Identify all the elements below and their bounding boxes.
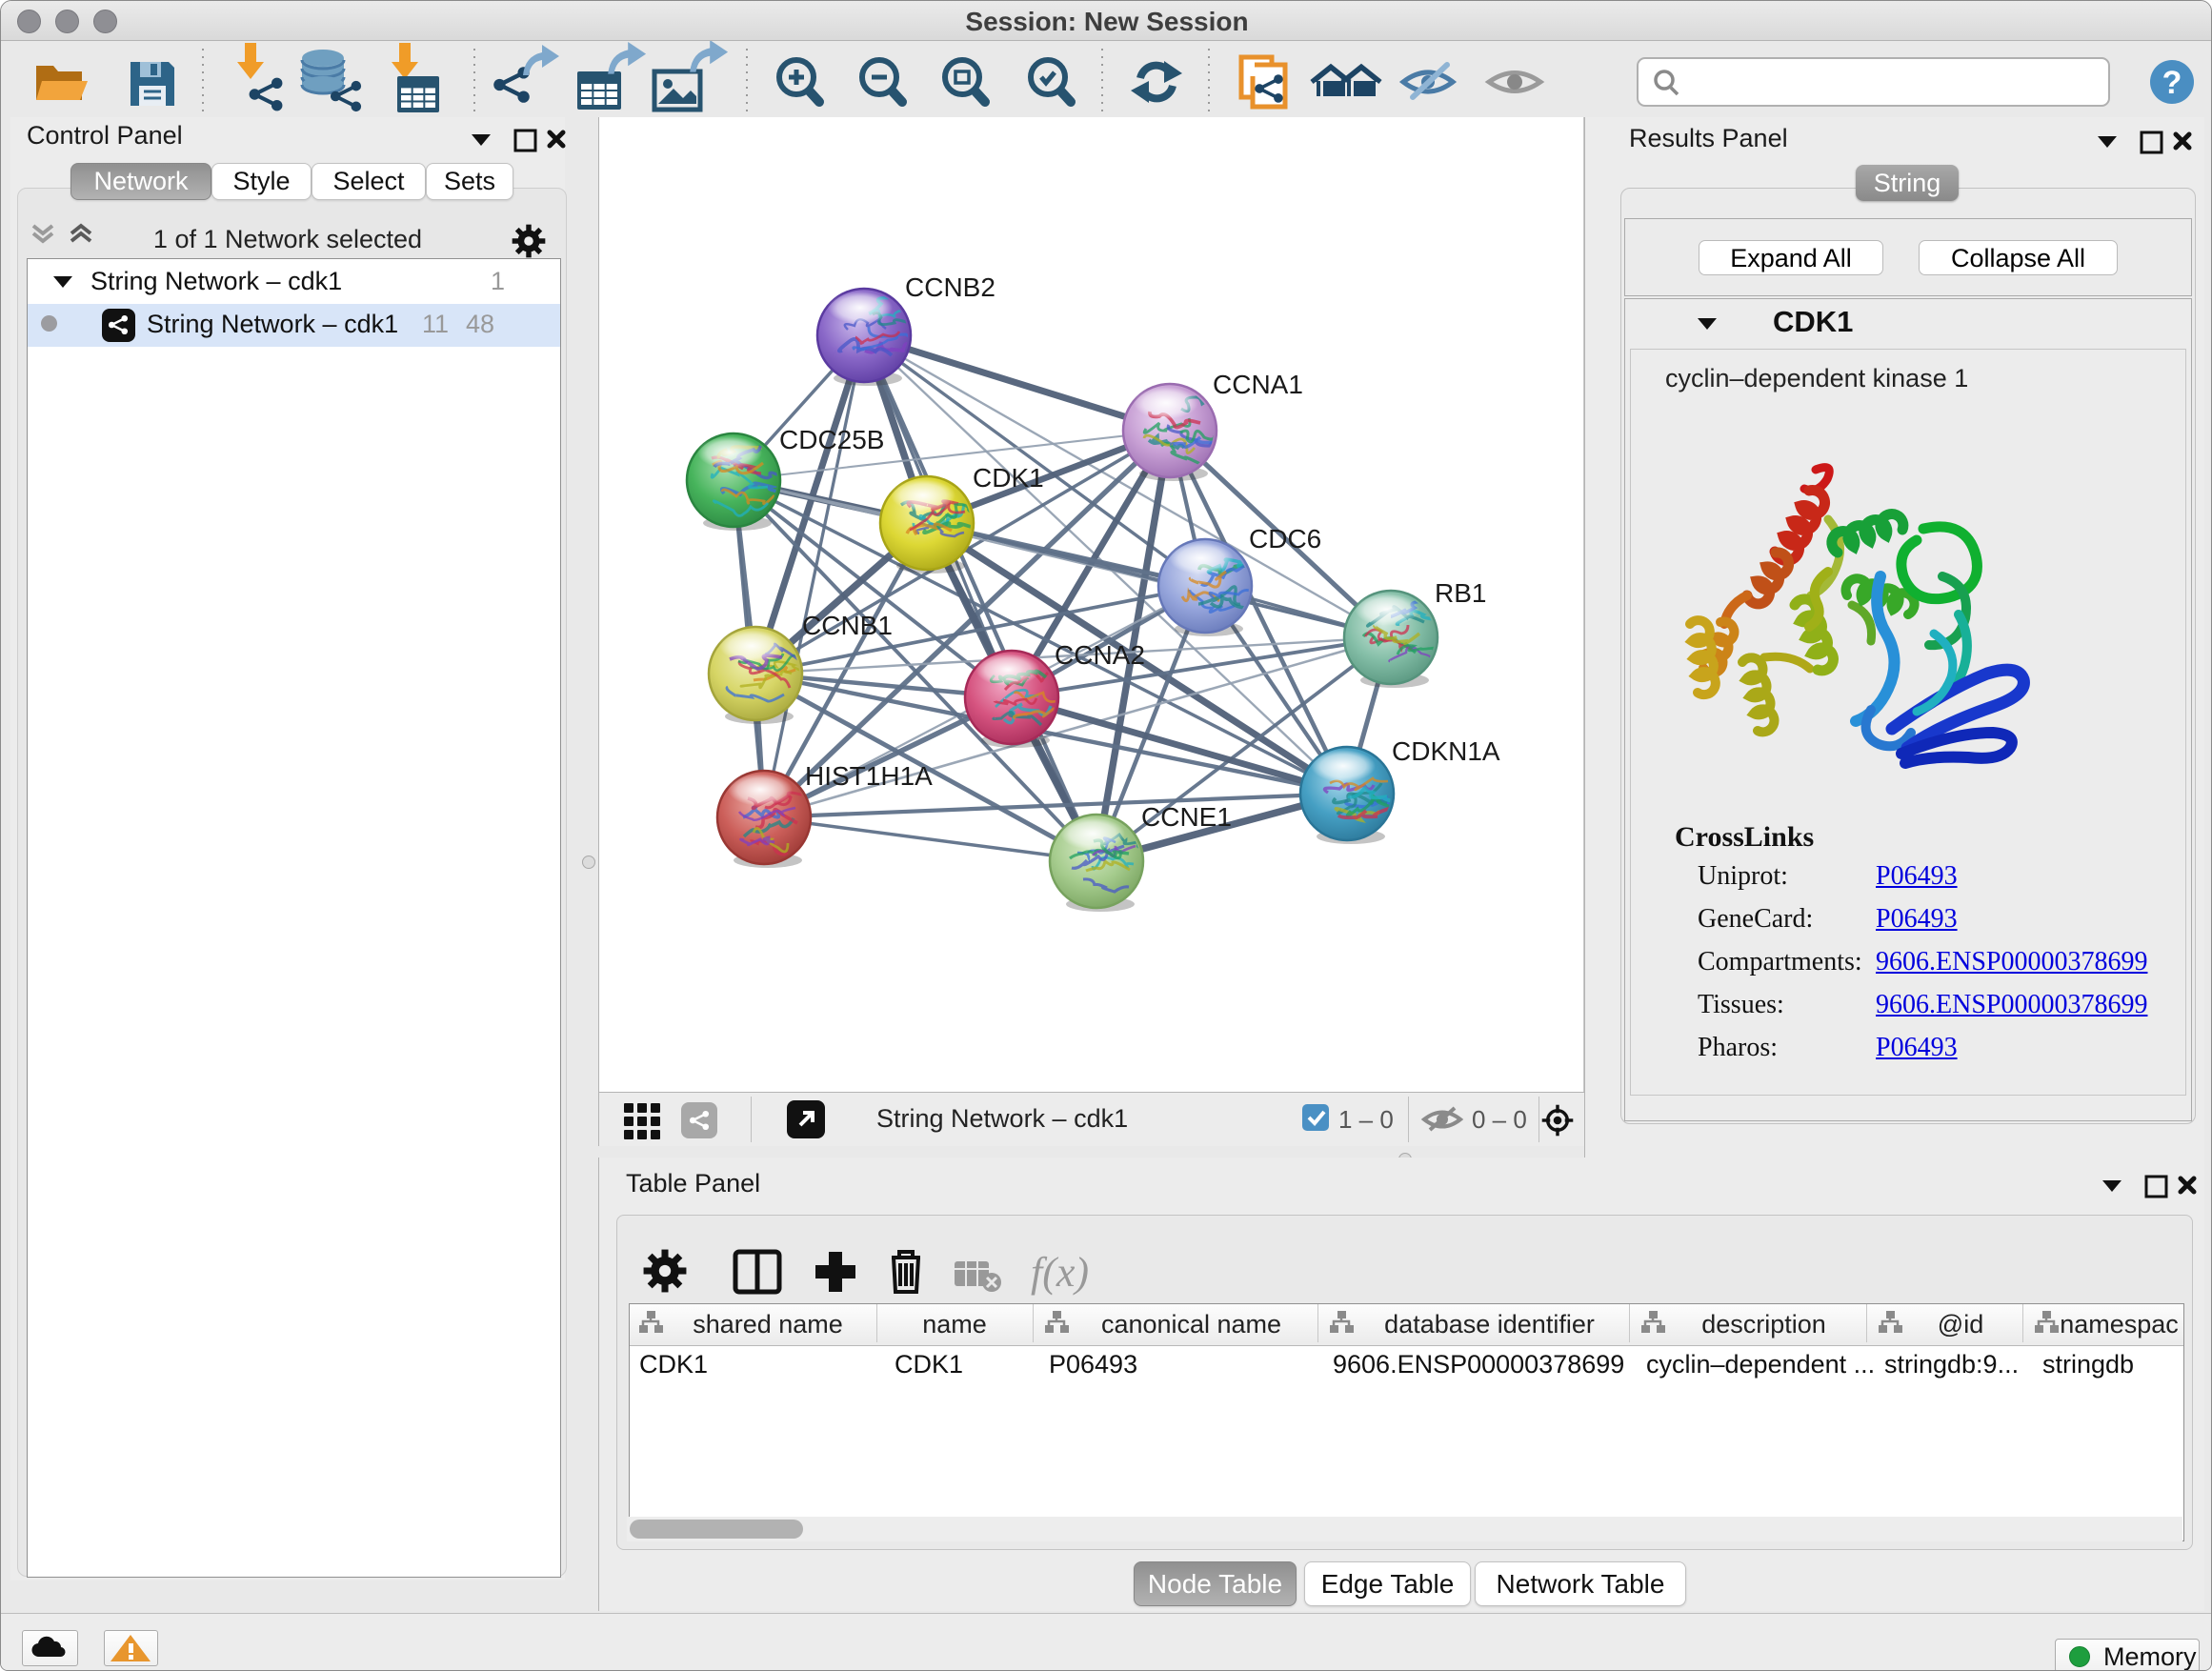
svg-text:CDC25B: CDC25B	[779, 425, 884, 454]
svg-text:HIST1H1A: HIST1H1A	[805, 761, 933, 791]
svg-text:CDK1: CDK1	[973, 463, 1044, 493]
svg-text:CDKN1A: CDKN1A	[1392, 736, 1500, 766]
svg-text:?: ?	[2162, 65, 2182, 101]
svg-text:CCNE1: CCNE1	[1141, 802, 1232, 832]
svg-text:CCNB2: CCNB2	[905, 272, 995, 302]
svg-text:CCNB1: CCNB1	[802, 611, 893, 640]
svg-text:f(x): f(x)	[1031, 1249, 1089, 1296]
svg-text:CCNA1: CCNA1	[1213, 370, 1303, 399]
svg-text:CCNA2: CCNA2	[1055, 640, 1145, 670]
svg-text:CDC6: CDC6	[1249, 524, 1321, 554]
svg-text:RB1: RB1	[1435, 578, 1486, 608]
